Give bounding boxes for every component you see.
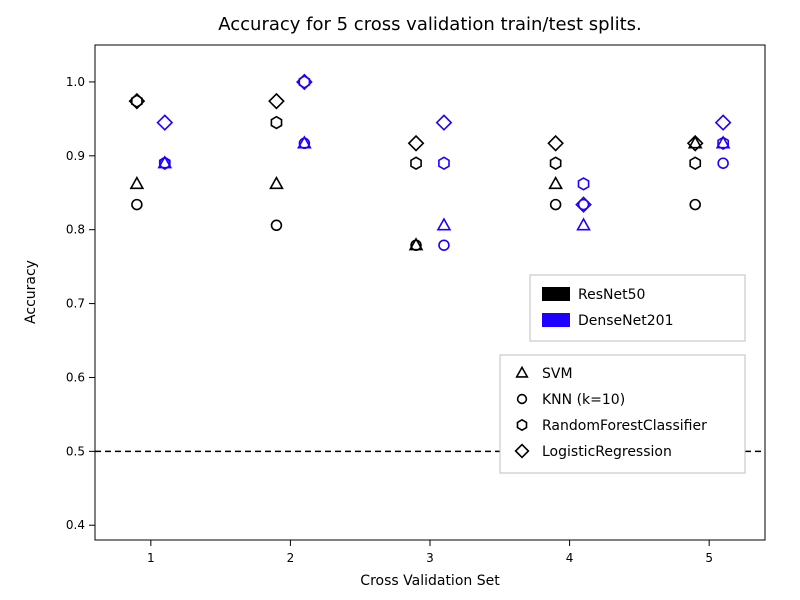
data-point [578, 219, 590, 230]
y-tick-label: 0.6 [66, 370, 85, 384]
data-point [439, 157, 449, 169]
data-points [130, 75, 731, 250]
legend-colors: ResNet50 DenseNet201 [530, 275, 745, 341]
data-point [718, 158, 728, 168]
data-point [690, 200, 700, 210]
y-tick-label: 0.7 [66, 297, 85, 311]
legend-marker-label: LogisticRegression [542, 444, 672, 460]
legend-marker-label: SVM [542, 366, 573, 382]
data-point [551, 200, 561, 210]
data-point [716, 115, 730, 129]
legend-color-box [530, 275, 745, 341]
data-point [690, 157, 700, 169]
x-tick-label: 4 [566, 551, 574, 565]
legend-marker-label: KNN (k=10) [542, 392, 625, 408]
data-point [132, 200, 142, 210]
y-tick-label: 1.0 [66, 75, 85, 89]
legend-color-swatch [542, 287, 570, 301]
legend-color-label: DenseNet201 [578, 313, 673, 329]
x-tick-label: 3 [426, 551, 434, 565]
y-ticks: 0.4 0.5 0.6 0.7 0.8 0.9 1.0 [66, 75, 95, 532]
y-tick-label: 0.4 [66, 518, 85, 532]
legend-markers: SVM KNN (k=10) RandomForestClassifier Logis… [500, 355, 745, 473]
legend-color-swatch [542, 313, 570, 327]
data-point [439, 240, 449, 250]
y-tick-label: 0.9 [66, 149, 85, 163]
data-point [131, 178, 143, 189]
data-point [272, 220, 282, 230]
data-point [409, 136, 423, 150]
data-point [548, 136, 562, 150]
chart-container: Accuracy for 5 cross validation train/te… [0, 0, 800, 600]
data-point [270, 178, 282, 189]
data-point [550, 178, 562, 189]
data-point [578, 178, 588, 190]
data-point [438, 219, 450, 230]
x-tick-label: 2 [287, 551, 295, 565]
chart-svg: Accuracy for 5 cross validation train/te… [0, 0, 800, 600]
legend-color-label: ResNet50 [578, 287, 645, 303]
data-point [158, 115, 172, 129]
x-axis-label: Cross Validation Set [360, 573, 500, 589]
data-point [411, 157, 421, 169]
legend-marker-label: RandomForestClassifier [542, 418, 707, 434]
data-point [271, 117, 281, 129]
y-tick-label: 0.8 [66, 223, 85, 237]
y-tick-label: 0.5 [66, 444, 85, 458]
y-axis-label: Accuracy [23, 260, 39, 324]
chart-title: Accuracy for 5 cross validation train/te… [218, 14, 642, 35]
data-point [269, 94, 283, 108]
data-point [437, 115, 451, 129]
x-tick-label: 5 [705, 551, 713, 565]
x-tick-label: 1 [147, 551, 155, 565]
data-point [551, 157, 561, 169]
x-ticks: 1 2 3 4 5 [147, 540, 713, 565]
